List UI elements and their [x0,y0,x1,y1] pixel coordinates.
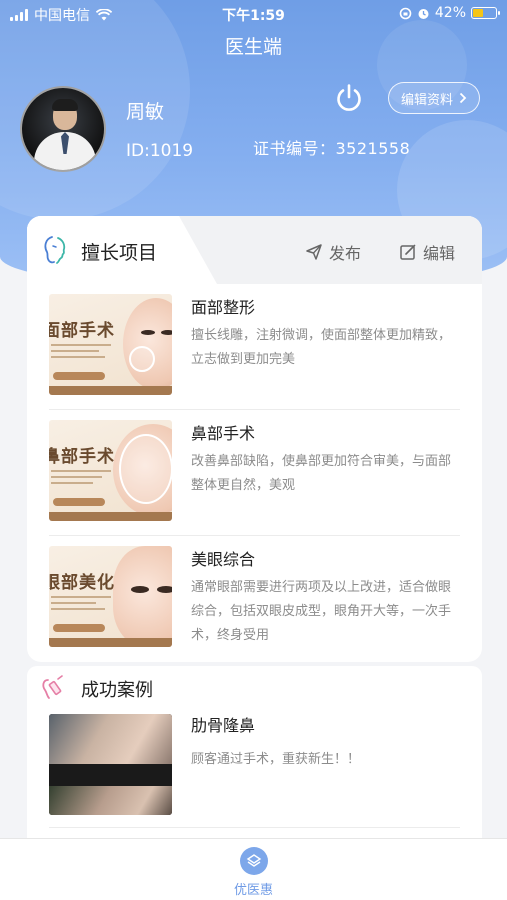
case-description: 顾客通过手术，重获新生！！ [191,752,361,767]
thumb-title: 鼻部手术 [49,447,115,467]
cases-card: 成功案例 肋骨隆鼻 顾客通过手术，重获新生！！ [27,666,482,866]
nav-item-label: 优医惠 [233,883,273,898]
case-thumbnail [49,714,172,815]
item-title: 面部整形 [191,298,256,317]
battery-icon [471,7,500,19]
edit-label: 编辑 [423,244,456,263]
send-icon [306,244,322,260]
avatar[interactable] [20,86,106,172]
publish-label: 发布 [329,244,362,263]
item-thumbnail: 鼻部手术 [49,420,172,521]
item-thumbnail: 面部手术 [49,294,172,395]
item-description: 通常眼部需要进行两项及以上改进，适合做眼综合，包括双眼皮成型，眼角开大等，一次手… [191,580,452,643]
case-title: 肋骨隆鼻 [191,716,256,735]
doctor-name: 周敏 [126,101,165,123]
skills-tabbar: 擅长项目 发布 编辑 [27,216,482,284]
list-item[interactable]: 眼部美化 美眼综合 通常眼部需要进行两项及以上改进，适合做眼综合，包括双眼皮成型… [49,536,460,662]
skills-card: 擅长项目 发布 编辑 面部手术 面部整形 擅长线雕，注射微调，使面部整体更加精致… [27,216,482,662]
item-description: 改善鼻部缺陷，使鼻部更加符合审美，与面部整体更自然，美观 [191,454,452,493]
status-bar: 中国电信 下午1:59 42% [0,0,507,28]
alarm-icon [418,8,429,19]
injection-icon [42,675,63,699]
doctor-id: ID:1019 [126,141,194,161]
edit-profile-button[interactable]: 编辑资料 [388,82,481,114]
list-item[interactable]: 面部手术 面部整形 擅长线雕，注射微调，使面部整体更加精致，立志做到更加完美 [49,284,460,410]
bottom-nav: 优医惠 [0,838,507,900]
edit-button[interactable]: 编辑 [399,240,455,264]
thumb-title: 面部手术 [49,321,115,341]
cases-title: 成功案例 [81,680,153,701]
list-item[interactable]: 鼻部手术 鼻部手术 改善鼻部缺陷，使鼻部更加符合审美，与面部整体更自然，美观 [49,410,460,536]
item-title: 美眼综合 [191,550,256,569]
page-title: 医生端 [224,36,282,58]
case-item[interactable]: 肋骨隆鼻 顾客通过手术，重获新生！！ [49,712,460,828]
tab-skills-label: 擅长项目 [81,242,158,264]
publish-button[interactable]: 发布 [305,240,361,264]
rotation-lock-icon [399,7,412,19]
cases-header: 成功案例 [27,666,482,710]
app-logo-icon [239,847,268,875]
item-title: 鼻部手术 [191,424,256,443]
certificate-number: 证书编号：3521558 [253,139,411,158]
edit-icon [400,244,416,260]
nav-item-home[interactable]: 优医惠 [0,847,507,898]
power-icon[interactable] [333,82,365,114]
item-description: 擅长线雕，注射微调，使面部整体更加精致，立志做到更加完美 [191,328,452,367]
thumb-title: 眼部美化 [49,573,115,593]
chevron-right-icon [459,92,467,104]
item-thumbnail: 眼部美化 [49,546,172,647]
battery-percent: 42% [434,5,466,21]
edit-profile-label: 编辑资料 [401,92,454,108]
face-profile-icon [44,236,66,264]
